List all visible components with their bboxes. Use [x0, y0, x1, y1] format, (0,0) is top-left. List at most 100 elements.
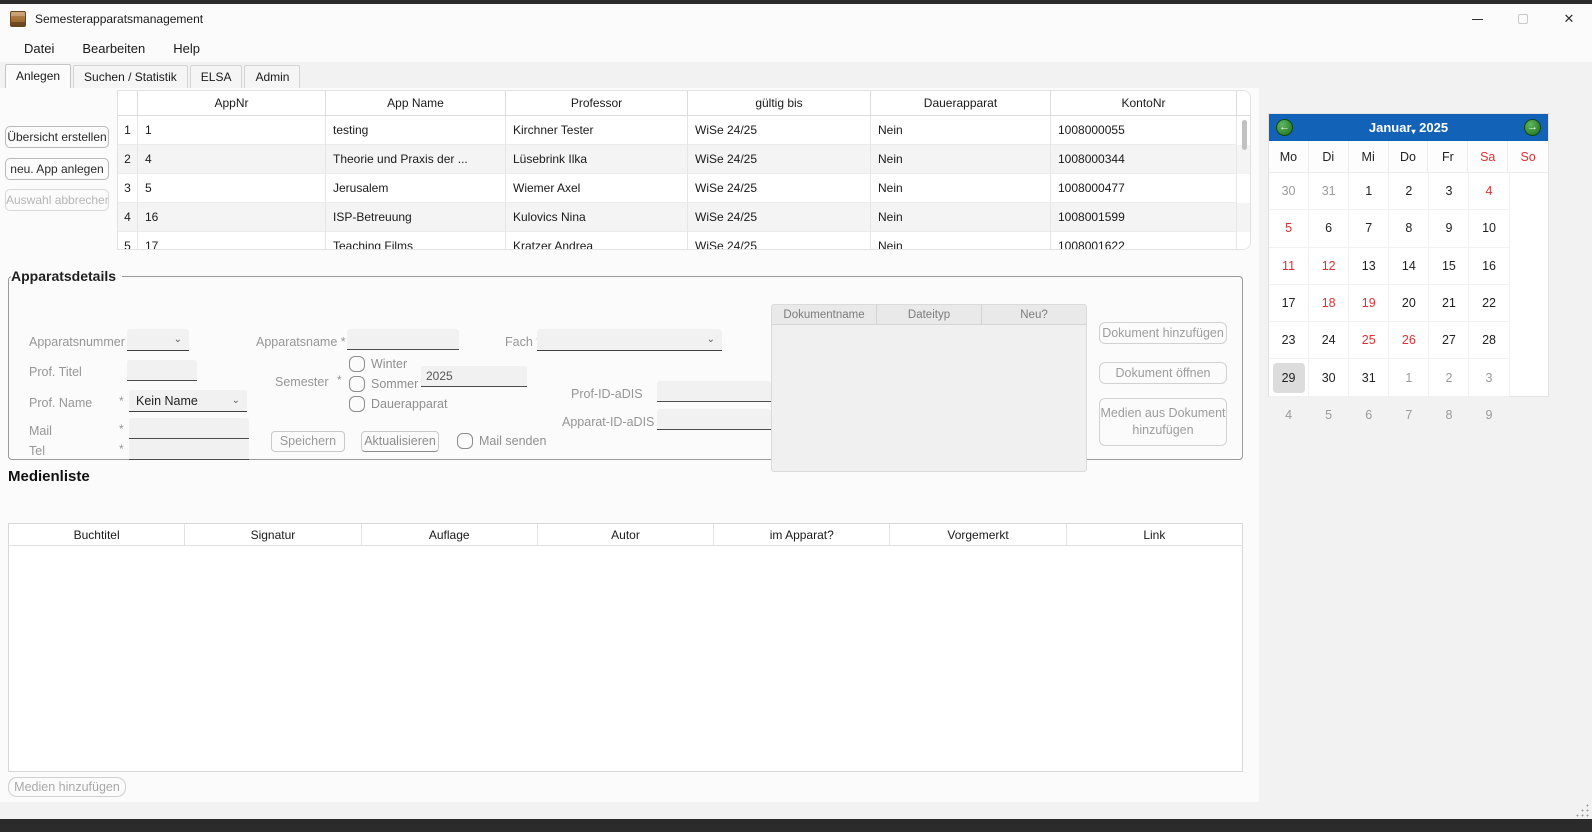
apparatsnummer-combo[interactable]: ⌄ [127, 329, 189, 351]
column-header[interactable]: gültig bis [688, 91, 871, 115]
neu-app-anlegen-button[interactable]: neu. App anlegen [5, 158, 109, 180]
tab-suchen-statistik[interactable]: Suchen / Statistik [73, 65, 188, 88]
column-header[interactable]: AppNr [138, 91, 326, 115]
calendar-prev-button[interactable]: ← [1276, 119, 1293, 136]
calendar-day[interactable]: 27 [1429, 322, 1469, 359]
medien-column-header[interactable]: Auflage [362, 524, 538, 545]
calendar-day[interactable]: 18 [1309, 285, 1349, 322]
scrollbar-thumb[interactable] [1242, 120, 1247, 150]
calendar-day[interactable]: 24 [1309, 322, 1349, 359]
calendar-day[interactable]: 28 [1469, 322, 1509, 359]
calendar-day[interactable]: 6 [1349, 397, 1389, 434]
minimize-button[interactable] [1454, 4, 1500, 34]
calendar-day[interactable]: 25 [1349, 322, 1389, 359]
calendar-day[interactable]: 21 [1429, 285, 1469, 322]
menu-bearbeiten[interactable]: Bearbeiten [70, 37, 157, 60]
calendar-day[interactable]: 23 [1269, 322, 1309, 359]
mail-senden-checkbox[interactable] [457, 433, 473, 449]
column-header[interactable]: KontoNr [1051, 91, 1237, 115]
calendar-day[interactable]: 15 [1429, 248, 1469, 285]
doc-column-header[interactable]: Neu? [982, 305, 1086, 324]
table-row[interactable]: 517Teaching FilmsKratzer AndreaWiSe 24/2… [118, 232, 1250, 250]
calendar-day[interactable]: 16 [1469, 248, 1509, 285]
calendar-day[interactable]: 22 [1469, 285, 1509, 322]
semester-year-input[interactable] [421, 366, 527, 387]
tab-anlegen[interactable]: Anlegen [5, 64, 71, 88]
table-row[interactable]: 35JerusalemWiemer AxelWiSe 24/25Nein1008… [118, 174, 1250, 203]
tab-elsa[interactable]: ELSA [190, 65, 243, 88]
medien-column-header[interactable]: Vorgemerkt [890, 524, 1066, 545]
fach-combo[interactable]: ⌄ [537, 329, 722, 351]
calendar-day[interactable]: 26 [1389, 322, 1429, 359]
calendar-day[interactable]: 3 [1469, 359, 1509, 396]
prof-titel-input[interactable] [127, 360, 197, 381]
calendar-day[interactable]: 9 [1469, 397, 1509, 434]
table-scrollbar[interactable] [1241, 118, 1248, 248]
prof-name-combo[interactable]: Kein Name⌄ [129, 390, 247, 412]
resize-grip-icon[interactable] [1576, 804, 1589, 817]
medien-column-header[interactable]: Signatur [185, 524, 361, 545]
medien-aus-dokument-button[interactable]: Medien aus Dokument hinzufügen [1099, 398, 1227, 446]
column-header[interactable]: Dauerapparat [871, 91, 1051, 115]
calendar-day[interactable]: 4 [1469, 173, 1509, 210]
mail-input[interactable] [129, 418, 249, 439]
calendar-day[interactable]: 4 [1269, 397, 1309, 434]
calendar-day[interactable]: 11 [1269, 248, 1309, 285]
prof-id-adis-input[interactable] [657, 381, 771, 402]
calendar-day[interactable]: 6 [1309, 210, 1349, 247]
calendar-day[interactable]: 5 [1269, 210, 1309, 247]
calendar-next-button[interactable]: → [1524, 119, 1541, 136]
table-row[interactable]: 11testingKirchner TesterWiSe 24/25Nein10… [118, 116, 1250, 145]
doc-column-header[interactable]: Dateityp [877, 305, 982, 324]
calendar-day[interactable]: 1 [1349, 173, 1389, 210]
calendar-day[interactable]: 19 [1349, 285, 1389, 322]
calendar-day[interactable]: 31 [1309, 173, 1349, 210]
calendar-day[interactable]: 7 [1349, 210, 1389, 247]
calendar-day[interactable]: 2 [1429, 359, 1469, 396]
winter-radio[interactable] [349, 356, 365, 372]
calendar-day[interactable]: 17 [1269, 285, 1309, 322]
dauerapparat-radio[interactable] [349, 396, 365, 412]
speichern-button[interactable]: Speichern [271, 431, 345, 452]
calendar-day[interactable]: 30 [1269, 173, 1309, 210]
calendar-day[interactable]: 9 [1429, 210, 1469, 247]
calendar-day[interactable]: 14 [1389, 248, 1429, 285]
apparatsname-input[interactable] [347, 329, 459, 350]
medien-column-header[interactable]: Buchtitel [9, 524, 185, 545]
calendar-day[interactable]: 8 [1389, 210, 1429, 247]
calendar-day[interactable]: 1 [1389, 359, 1429, 396]
calendar-day[interactable]: 7 [1389, 397, 1429, 434]
calendar-day[interactable]: 3 [1429, 173, 1469, 210]
calendar-day-selected[interactable]: 29 [1269, 359, 1309, 396]
medien-hinzufuegen-button[interactable]: Medien hinzufügen [8, 777, 126, 797]
calendar-day[interactable]: 10 [1469, 210, 1509, 247]
medien-column-header[interactable]: Autor [538, 524, 714, 545]
calendar-day[interactable]: 20 [1389, 285, 1429, 322]
table-row[interactable]: 416ISP-BetreuungKulovics NinaWiSe 24/25N… [118, 203, 1250, 232]
aktualisieren-button[interactable]: Aktualisieren [361, 431, 439, 452]
medien-column-header[interactable]: Link [1067, 524, 1242, 545]
calendar-day[interactable]: 13 [1349, 248, 1389, 285]
apparat-id-adis-input[interactable] [657, 409, 771, 430]
tab-admin[interactable]: Admin [244, 65, 300, 88]
table-row[interactable]: 24Theorie und Praxis der ...Lüsebrink Il… [118, 145, 1250, 174]
calendar-day[interactable]: 2 [1389, 173, 1429, 210]
column-header[interactable]: App Name [326, 91, 506, 115]
dokument-hinzufuegen-button[interactable]: Dokument hinzufügen [1099, 322, 1227, 344]
dokument-oeffnen-button[interactable]: Dokument öffnen [1099, 362, 1227, 384]
calendar-day[interactable]: 30 [1309, 359, 1349, 396]
calendar-month[interactable]: Januar [1369, 120, 1412, 135]
doc-column-header[interactable]: Dokumentname [772, 305, 877, 324]
calendar-year[interactable]: 2025 [1419, 120, 1448, 135]
calendar-day[interactable]: 12 [1309, 248, 1349, 285]
maximize-button[interactable] [1500, 4, 1546, 34]
column-header[interactable]: Professor [506, 91, 688, 115]
auswahl-abbrechen-button[interactable]: Auswahl abbrechen [5, 189, 109, 211]
medien-column-header[interactable]: im Apparat? [714, 524, 890, 545]
sommer-radio[interactable] [349, 376, 365, 392]
close-button[interactable]: ✕ [1546, 4, 1592, 34]
uebersicht-erstellen-button[interactable]: Übersicht erstellen [5, 126, 109, 148]
menu-datei[interactable]: Datei [12, 37, 66, 60]
calendar-day[interactable]: 31 [1349, 359, 1389, 396]
menu-help[interactable]: Help [161, 37, 212, 60]
